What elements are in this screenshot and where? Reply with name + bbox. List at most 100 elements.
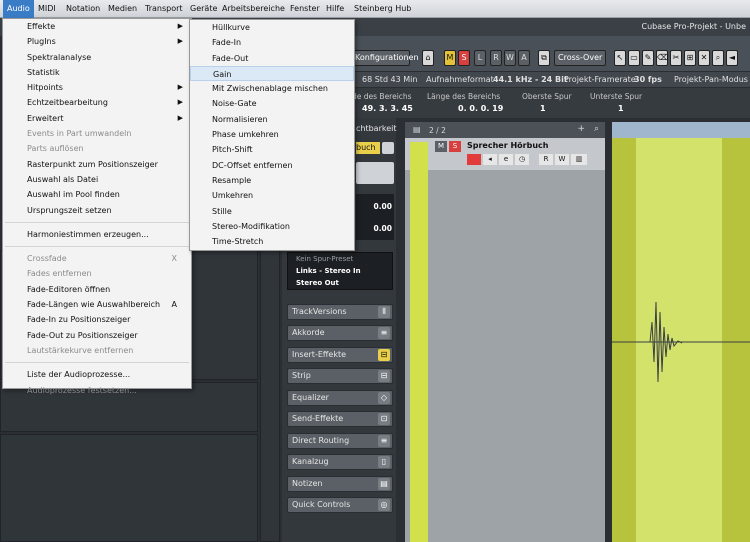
section-equalizer[interactable]: Equalizer ◇ bbox=[287, 390, 393, 406]
section-strip[interactable]: Strip ⊟ bbox=[287, 368, 393, 384]
section-direct-routing[interactable]: Direct Routing ≡ bbox=[287, 433, 393, 449]
read-button[interactable]: R bbox=[490, 50, 502, 66]
crossover-select[interactable]: Cross-Over bbox=[554, 50, 606, 66]
audio-menu-item[interactable]: Liste der Audioprozesse... bbox=[3, 367, 191, 382]
section-send-effekte[interactable]: Send-Effekte ⊡ bbox=[287, 411, 393, 427]
audio-menu-item[interactable]: Rasterpunkt zum Positionszeiger bbox=[3, 157, 191, 172]
mute-button[interactable]: M bbox=[444, 50, 456, 66]
edit-channel-icon[interactable]: e bbox=[499, 154, 513, 165]
range-start-value[interactable]: 49. 3. 3. 45 bbox=[362, 104, 413, 113]
audio-menu-item[interactable]: Auswahl im Pool finden bbox=[3, 187, 191, 202]
output-routing[interactable]: Stereo Out bbox=[296, 279, 339, 287]
volume-value[interactable]: 0.00 bbox=[373, 202, 392, 211]
range-tool-icon[interactable]: ▭ bbox=[628, 50, 640, 66]
pointer-tool-icon[interactable]: ↖ bbox=[614, 50, 626, 66]
section-insert-effekte[interactable]: Insert-Effekte ⊟ bbox=[287, 347, 393, 363]
effects-menu-item[interactable]: Resample bbox=[190, 173, 354, 188]
edit-icon[interactable] bbox=[382, 142, 394, 154]
timeline-ruler[interactable] bbox=[612, 122, 750, 138]
track-row[interactable]: 1 M S Sprecher Hörbuch ◂ e ◷ R W ▥ bbox=[405, 138, 605, 170]
range-length-value[interactable]: 0. 0. 0. 19 bbox=[458, 104, 503, 113]
draw-tool-icon[interactable]: ✎ bbox=[642, 50, 654, 66]
effects-menu-item[interactable]: Umkehren bbox=[190, 188, 354, 203]
effects-menu-item[interactable]: Phase umkehren bbox=[190, 127, 354, 142]
audio-menu-item[interactable]: Fade-Out zu Positionszeiger bbox=[3, 328, 191, 343]
menu-notation[interactable]: Notation bbox=[62, 0, 104, 18]
effects-menu-item[interactable]: Time-Stretch bbox=[190, 234, 354, 249]
record-enable-button[interactable] bbox=[467, 154, 481, 165]
split-tool-icon[interactable]: ✂ bbox=[670, 50, 682, 66]
effects-menu-item[interactable]: Mit Zwischenablage mischen bbox=[190, 81, 354, 96]
timebase-icon[interactable]: ◷ bbox=[515, 154, 529, 165]
audio-menu-item[interactable]: Fade-Längen wie Auswahlbereich A bbox=[3, 297, 191, 312]
effects-menu-item[interactable]: Noise-Gate bbox=[190, 96, 354, 111]
configurations-button[interactable]: Konfigurationen bbox=[352, 50, 419, 66]
write-button[interactable]: W bbox=[504, 50, 516, 66]
crossover-icon[interactable]: ⧉ bbox=[538, 50, 550, 66]
effects-menu-item[interactable]: DC-Offset entfernen bbox=[190, 158, 354, 173]
audio-menu-item[interactable]: Ursprungszeit setzen bbox=[3, 203, 191, 218]
effects-menu-item[interactable]: Fade-Out bbox=[190, 51, 354, 66]
arrange-window[interactable] bbox=[612, 122, 750, 542]
menu-transport[interactable]: Transport bbox=[141, 0, 187, 18]
audio-menu-item[interactable]: PlugIns ▶ bbox=[3, 34, 191, 49]
a-button[interactable]: A bbox=[518, 50, 530, 66]
monitor-icon[interactable]: ◂ bbox=[483, 154, 497, 165]
menu-hilfe[interactable]: Hilfe bbox=[322, 0, 348, 18]
audio-menu-item[interactable]: Effekte ▶ bbox=[3, 19, 191, 34]
section-kanalzug[interactable]: Kanalzug ▯ bbox=[287, 454, 393, 470]
glue-tool-icon[interactable]: ⊞ bbox=[684, 50, 696, 66]
audio-menu-item[interactable]: Hitpoints ▶ bbox=[3, 80, 191, 95]
pan-value[interactable]: 0.00 bbox=[373, 224, 392, 233]
top-track-value[interactable]: 1 bbox=[540, 104, 546, 113]
menu-arbeitsbereiche[interactable]: Arbeitsbereiche bbox=[218, 0, 289, 18]
track-preset[interactable]: Kein Spur-Preset bbox=[296, 255, 353, 263]
section-trackversions[interactable]: TrackVersions ⫴ bbox=[287, 304, 393, 320]
effects-menu-item[interactable]: Stille bbox=[190, 204, 354, 219]
menu-geraete[interactable]: Geräte bbox=[186, 0, 221, 18]
effects-menu-item[interactable]: Hüllkurve bbox=[190, 20, 354, 35]
menu-fenster[interactable]: Fenster bbox=[286, 0, 324, 18]
track-list-icon[interactable]: ▤ bbox=[413, 125, 421, 134]
listen-button[interactable]: L bbox=[474, 50, 486, 66]
section-quick-controls[interactable]: Quick Controls ◎ bbox=[287, 497, 393, 513]
track-name[interactable]: Sprecher Hörbuch bbox=[467, 141, 548, 150]
zoom-tool-icon[interactable]: ⌕ bbox=[712, 50, 724, 66]
erase-tool-icon[interactable]: ⌫ bbox=[656, 50, 668, 66]
menu-midi[interactable]: MIDI bbox=[34, 0, 60, 18]
audio-menu-item[interactable]: Statistik bbox=[3, 65, 191, 80]
menu-steinberg-hub[interactable]: Steinberg Hub bbox=[350, 0, 415, 18]
audio-menu-item[interactable]: Spektralanalyse bbox=[3, 50, 191, 65]
solo-button[interactable]: S bbox=[458, 50, 470, 66]
add-track-icon[interactable]: + bbox=[577, 124, 585, 134]
effects-menu-item[interactable]: Stereo-Modifikation bbox=[190, 219, 354, 234]
effects-menu-item[interactable]: Normalisieren bbox=[190, 112, 354, 127]
effects-menu-item[interactable]: Fade-In bbox=[190, 35, 354, 50]
audio-menu-item[interactable]: Auswahl als Datei bbox=[3, 172, 191, 187]
input-routing[interactable]: Links - Stereo In bbox=[296, 267, 361, 275]
track-read-button[interactable]: R bbox=[539, 154, 553, 165]
section-notizen[interactable]: Notizen ▤ bbox=[287, 476, 393, 492]
lanes-icon[interactable]: ▥ bbox=[571, 154, 587, 165]
mute-tool-icon[interactable]: ✕ bbox=[698, 50, 710, 66]
search-icon[interactable]: ⌕ bbox=[594, 124, 599, 134]
section-akkorde[interactable]: Akkorde ≡ bbox=[287, 325, 393, 341]
track-solo-button[interactable]: S bbox=[449, 141, 461, 152]
audio-menu-item[interactable]: Fade-In zu Positionszeiger bbox=[3, 312, 191, 327]
inspector-buttons-panel[interactable] bbox=[356, 162, 394, 184]
audio-menu-item[interactable]: Echtzeitbearbeitung ▶ bbox=[3, 95, 191, 110]
bottom-track-value[interactable]: 1 bbox=[618, 104, 624, 113]
menu-audio[interactable]: Audio bbox=[3, 0, 34, 18]
audio-menu-item[interactable]: Erweitert ▶ bbox=[3, 111, 191, 126]
track-mute-button[interactable]: M bbox=[435, 141, 447, 152]
effects-menu-item[interactable]: Gain bbox=[190, 65, 354, 82]
inspector-track-button[interactable]: buch bbox=[356, 142, 380, 154]
framerate-value[interactable]: 30 fps bbox=[634, 75, 662, 84]
rec-format-value[interactable]: 44.1 kHz - 24 Bit bbox=[493, 75, 568, 84]
audio-menu-item[interactable]: Harmoniestimmen erzeugen... bbox=[3, 227, 191, 242]
audio-menu-item[interactable]: Fade-Editoren öffnen bbox=[3, 282, 191, 297]
track-write-button[interactable]: W bbox=[555, 154, 569, 165]
effects-menu-item[interactable]: Pitch-Shift bbox=[190, 142, 354, 157]
home-icon[interactable]: ⌂ bbox=[422, 50, 434, 66]
menu-medien[interactable]: Medien bbox=[104, 0, 141, 18]
